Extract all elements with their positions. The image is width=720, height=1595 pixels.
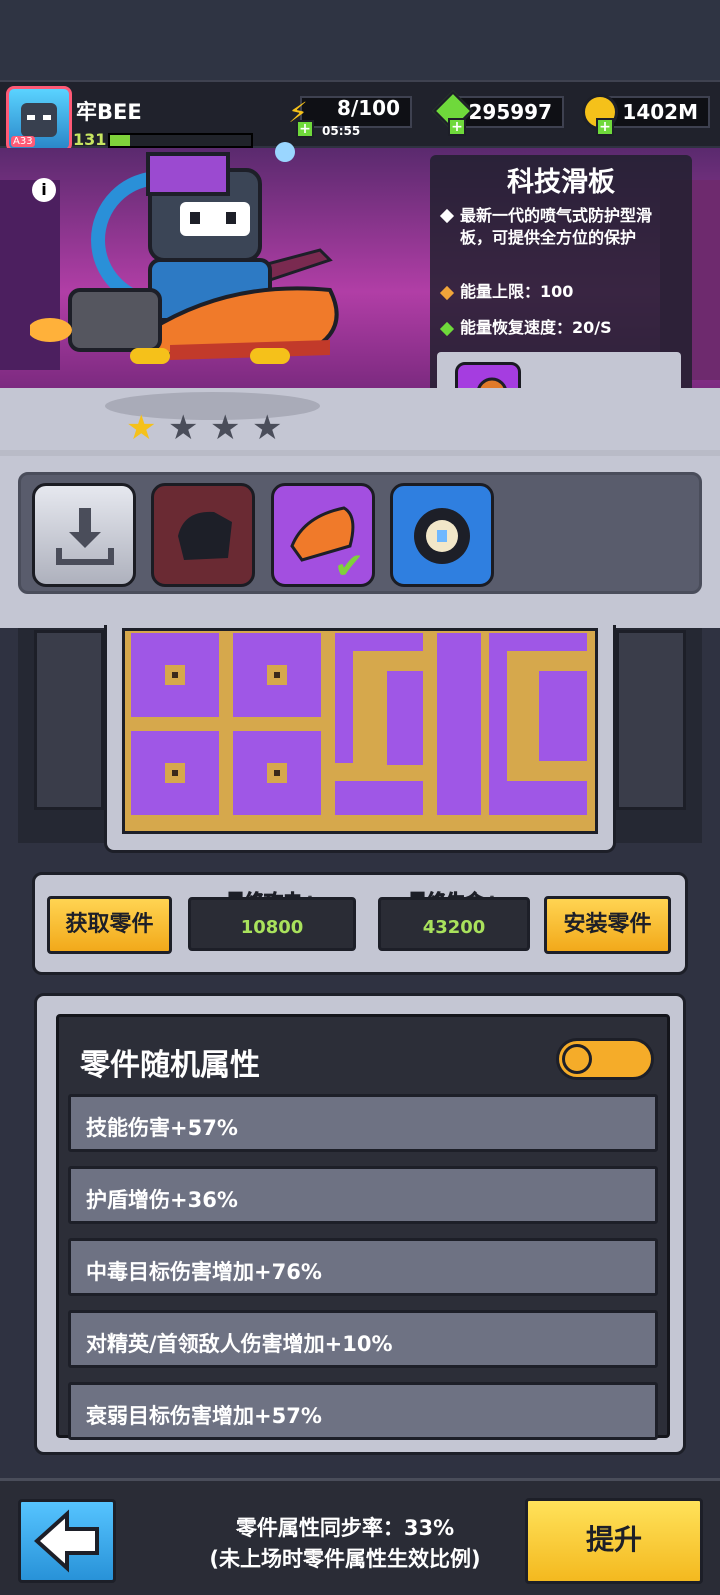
sync-note-text: (未上场时零件属性生效比例)	[209, 1547, 481, 1571]
final-hp-value: 43200	[422, 917, 486, 938]
download-icon	[56, 508, 114, 565]
white-diamond-icon	[439, 208, 455, 224]
download-skin-slot[interactable]	[32, 483, 136, 587]
star-empty-icon: ★	[168, 408, 199, 448]
back-arrow-icon	[34, 1509, 99, 1573]
skateboard-skin-slot[interactable]: ✔	[271, 483, 375, 587]
energy-regen-text: 能量恢复速度：20/S	[460, 318, 612, 337]
add-coins-icon[interactable]: +	[596, 118, 614, 136]
player-name: 牢BEE	[76, 100, 142, 124]
dark-helmet-icon	[178, 511, 232, 560]
part-grid	[122, 628, 598, 834]
add-gems-icon[interactable]: +	[448, 118, 466, 136]
selected-check-icon: ✔	[334, 546, 365, 587]
star-empty-icon: ★	[210, 408, 241, 448]
final-attack-value: 10800	[240, 917, 304, 938]
get-parts-button[interactable]: 获取零件	[47, 896, 172, 954]
green-diamond-icon	[439, 321, 455, 336]
energy-timer: 05:55	[322, 124, 361, 138]
orange-diamond-icon	[439, 285, 455, 300]
gems-value: 295997	[468, 100, 553, 124]
wheel-skin-slot[interactable]	[390, 483, 494, 587]
item-description-text: 最新一代的喷气式防护型滑板，可提供全方位的保护	[460, 206, 653, 247]
add-energy-icon[interactable]: +	[296, 120, 314, 138]
top-spacer	[0, 0, 720, 80]
star-filled-icon: ★	[126, 408, 157, 448]
back-button[interactable]	[18, 1499, 116, 1583]
attribute-text: 中毒目标伤害增加+76%	[86, 1260, 322, 1284]
hero-skateboard-illustration	[30, 142, 339, 364]
attribute-text: 护盾增伤+36%	[86, 1188, 238, 1212]
upgrade-button[interactable]: 提升	[525, 1498, 703, 1584]
wheel-icon	[414, 508, 470, 564]
energy-cap-line: 能量上限：100	[439, 281, 574, 303]
star-empty-icon: ★	[252, 408, 283, 448]
attributes-toggle[interactable]	[556, 1038, 654, 1080]
item-title: 科技滑板	[507, 167, 615, 198]
stage-floor	[0, 388, 720, 454]
attribute-text: 技能伤害+57%	[86, 1116, 238, 1140]
attribute-text: 对精英/首领敌人伤害增加+10%	[86, 1332, 393, 1356]
board-side-left	[34, 630, 104, 810]
toggle-knob	[562, 1044, 592, 1074]
dark-armor-skin-slot[interactable]	[151, 483, 255, 587]
energy-regen-line: 能量恢复速度：20/S	[439, 317, 612, 339]
energy-cap-text: 能量上限：100	[460, 282, 574, 301]
install-parts-button[interactable]: 安装零件	[544, 896, 671, 954]
item-description: 最新一代的喷气式防护型滑板，可提供全方位的保护	[439, 205, 682, 249]
coins-value: 1402M	[622, 100, 698, 124]
attributes-title: 零件随机属性	[80, 1048, 260, 1083]
attribute-text: 衰弱目标伤害增加+57%	[86, 1404, 322, 1428]
energy-value: 8/100	[337, 96, 400, 120]
sync-rate-text: 零件属性同步率：33%	[235, 1516, 455, 1540]
board-side-right	[616, 630, 686, 810]
